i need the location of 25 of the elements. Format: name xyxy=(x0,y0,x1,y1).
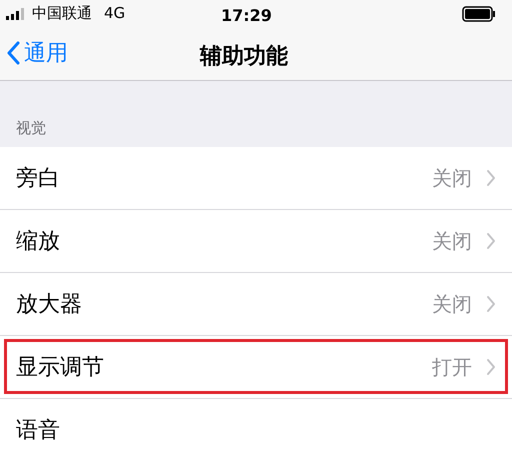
row-value: 关闭 xyxy=(432,165,472,192)
row-label: 放大器 xyxy=(16,290,82,318)
settings-row[interactable]: 旁白 关闭 xyxy=(0,147,512,210)
chevron-icon xyxy=(486,169,496,187)
back-button[interactable]: 通用 xyxy=(6,36,68,70)
carrier-name: 中国联通 xyxy=(32,3,92,24)
row-label: 旁白 xyxy=(16,164,60,192)
row-label: 语音 xyxy=(16,417,60,445)
battery-icon xyxy=(462,6,496,22)
chevron-icon xyxy=(486,295,496,313)
network-type: 4G xyxy=(104,3,126,24)
screen-title: 辅助功能 xyxy=(200,43,288,72)
row-label: 缩放 xyxy=(16,228,60,256)
back-chevron-icon xyxy=(6,41,20,66)
chevron-icon xyxy=(486,358,496,376)
section-header: 视觉 xyxy=(16,118,46,138)
status-time: 17:29 xyxy=(221,5,272,27)
row-label: 显示调节 xyxy=(16,354,104,382)
row-value: 关闭 xyxy=(432,228,472,255)
settings-row[interactable]: 缩放 关闭 xyxy=(0,210,512,273)
settings-row[interactable]: 放大器 关闭 xyxy=(0,273,512,336)
row-value: 打开 xyxy=(432,354,472,381)
row-value: 关闭 xyxy=(432,291,472,318)
chevron-icon xyxy=(486,232,496,250)
settings-row[interactable]: 显示调节 打开 xyxy=(0,336,512,399)
